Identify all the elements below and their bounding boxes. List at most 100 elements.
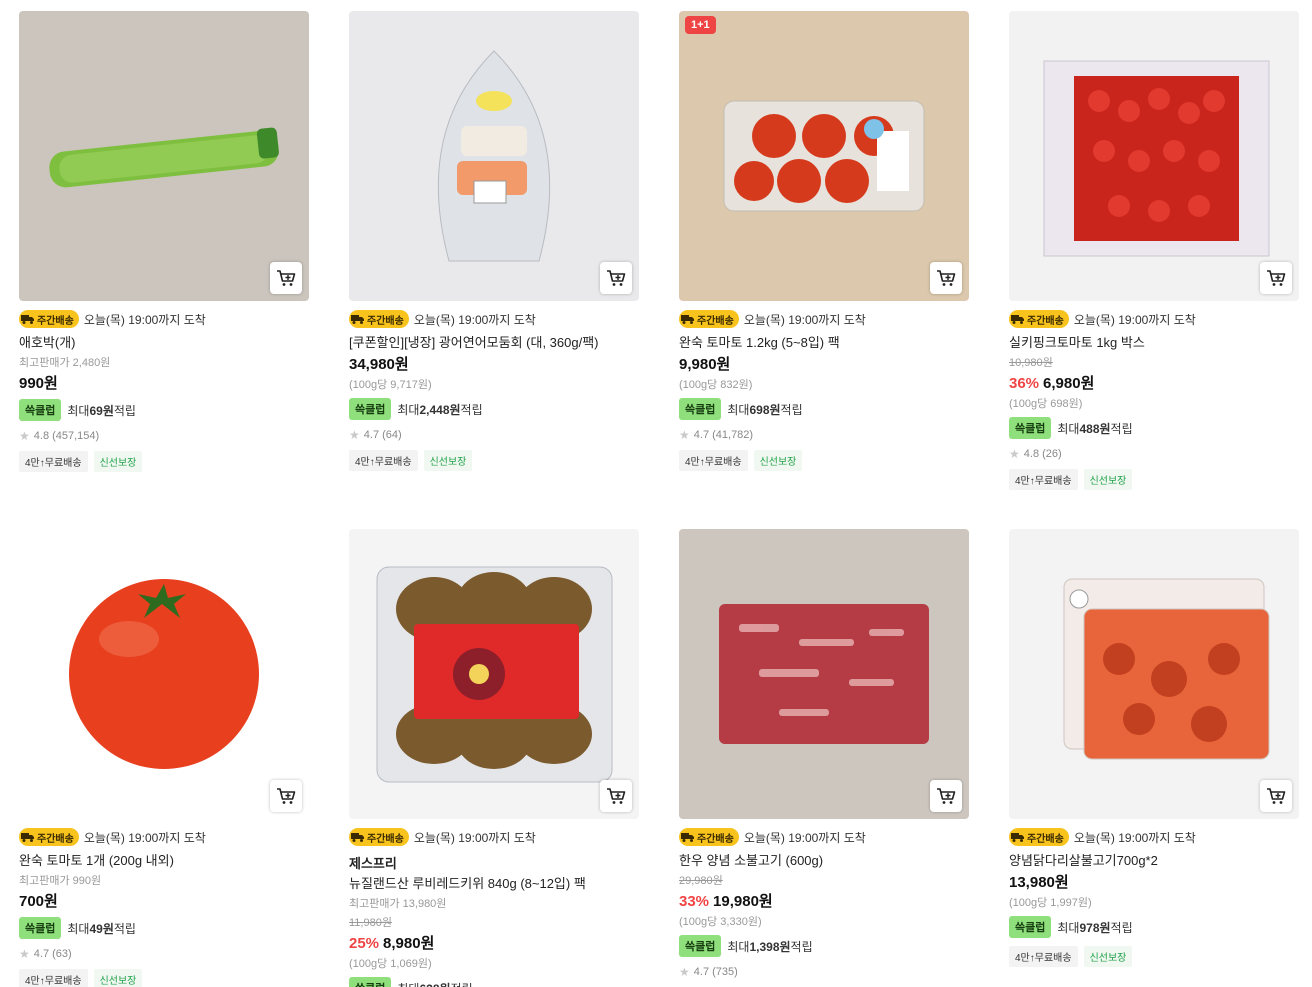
reference-price: 최고판매가 990원 [19,875,102,887]
free-shipping-chip: 4만↑무료배송 [1009,946,1078,967]
benefit-chips: 4만↑무료배송 신선보장 [679,450,969,471]
price: 36% 6,980원 [1009,372,1299,393]
ssg-club-badge: 쓱클럽 [679,935,722,957]
product-card[interactable]: 주간배송 오늘(목) 19:00까지 도착 한우 양념 소불고기 (600g) 2… [679,529,969,979]
price: 25% 8,980원 [349,932,639,953]
product-name[interactable]: 완숙 토마토 1개 (200g 내외) [19,853,309,869]
product-name[interactable]: 양념닭다리살불고기700g*2 [1009,853,1299,869]
product-card[interactable]: 1+1 주간배송 오늘(목) 19:00까지 도착 완숙 토마토 1.2kg (… [679,11,969,471]
free-shipping-chip: 4만↑무료배송 [19,451,88,472]
reward-info: 쓱클럽 최대 488원 적립 [1009,417,1299,439]
cart-icon [1267,788,1286,804]
sale-price: 990원 [19,375,58,392]
product-name[interactable]: 뉴질랜드산 루비레드키위 840g (8~12입) 팩 [349,876,639,892]
product-card[interactable]: 주간배송 오늘(목) 19:00까지 도착 [쿠폰할인][냉장] 광어연어모둠회… [349,11,639,471]
product-card[interactable]: 주간배송 오늘(목) 19:00까지 도착 제스프리 뉴질랜드산 루비레드키위 8… [349,529,639,987]
delivery-info: 주간배송 오늘(목) 19:00까지 도착 [679,310,969,328]
delivery-eta: 오늘(목) 19:00까지 도착 [1073,830,1196,845]
add-to-cart-button[interactable] [930,262,962,294]
original-price: 11,980원 [349,917,392,929]
product-card[interactable]: 주간배송 오늘(목) 19:00까지 도착 양념닭다리살불고기700g*2 13,… [1009,529,1299,967]
product-photo [49,127,279,188]
rating-text: 4.7 (63) [33,948,72,960]
reference-price: 최고판매가 13,980원 [349,898,447,910]
product-card[interactable]: 주간배송 오늘(목) 19:00까지 도착 실키핑크토마토 1kg 박스 10,9… [1009,11,1299,490]
delivery-eta: 오늘(목) 19:00까지 도착 [743,830,866,845]
weekly-delivery-label: 주간배송 [697,833,734,845]
fresh-guarantee-chip: 신선보장 [93,969,143,987]
weekly-delivery-label: 주간배송 [1027,315,1064,327]
add-to-cart-button[interactable] [600,780,632,812]
rating-text: 4.7 (41,782) [693,429,754,441]
bundle-badge: 1+1 [685,16,716,34]
reward-suffix: 적립 [113,921,136,936]
delivery-info: 주간배송 오늘(목) 19:00까지 도착 [679,828,969,846]
product-image[interactable] [19,11,309,301]
product-name[interactable]: 애호박(개) [19,335,309,351]
truck-icon [351,315,364,324]
sale-price: 8,980원 [383,935,435,952]
add-to-cart-button[interactable] [1260,262,1292,294]
product-photo [69,579,259,769]
star-icon: ★ [679,965,690,979]
price: 990원 [19,372,309,393]
add-to-cart-button[interactable] [930,780,962,812]
add-to-cart-button[interactable] [270,262,302,294]
product-image[interactable]: 1+1 [679,11,969,301]
truck-icon [21,315,34,324]
add-to-cart-button[interactable] [1260,780,1292,812]
price: 700원 [19,890,309,911]
truck-icon [681,833,694,842]
cart-icon [937,788,956,804]
truck-icon [1011,833,1024,842]
reward-amount: 69원 [89,403,114,418]
ssg-club-badge: 쓱클럽 [19,917,62,939]
product-card[interactable]: 주간배송 오늘(목) 19:00까지 도착 애호박(개) 최고판매가 2,480원… [19,11,309,472]
truck-icon [21,833,34,842]
add-to-cart-button[interactable] [270,780,302,812]
product-image[interactable] [19,529,309,819]
product-image[interactable] [1009,529,1299,819]
product-image[interactable] [679,529,969,819]
delivery-info: 주간배송 오늘(목) 19:00까지 도착 [19,310,309,328]
product-name[interactable]: 실키핑크토마토 1kg 박스 [1009,335,1299,351]
add-to-cart-button[interactable] [600,262,632,294]
weekly-delivery-label: 주간배송 [37,833,74,845]
weekly-delivery-label: 주간배송 [367,833,404,845]
ssg-club-badge: 쓱클럽 [349,977,392,987]
benefit-chips: 4만↑무료배송 신선보장 [349,450,639,471]
benefit-chips: 4만↑무료배송 신선보장 [1009,469,1299,490]
product-name[interactable]: [쿠폰할인][냉장] 광어연어모둠회 (대, 360g/팩) [349,335,639,351]
reward-prefix: 최대 [1057,421,1080,436]
rating: ★ 4.7 (735) [679,965,969,979]
weekly-delivery-badge: 주간배송 [19,310,79,328]
product-image[interactable] [349,11,639,301]
original-price: 29,980원 [679,875,723,887]
reward-suffix: 적립 [790,939,813,954]
product-photo [1063,578,1270,760]
delivery-eta: 오늘(목) 19:00까지 도착 [83,312,206,327]
reward-prefix: 최대 [727,939,750,954]
product-name[interactable]: 한우 양념 소불고기 (600g) [679,853,969,869]
delivery-info: 주간배송 오늘(목) 19:00까지 도착 [349,310,639,328]
product-image[interactable] [349,529,639,819]
sale-price: 9,980원 [679,356,731,373]
weekly-delivery-badge: 주간배송 [679,310,739,328]
product-image[interactable] [1009,11,1299,301]
cart-icon [607,788,626,804]
product-photo [723,100,925,212]
product-photo [719,604,929,744]
sale-price: 19,980원 [713,893,773,910]
fresh-guarantee-chip: 신선보장 [423,450,473,471]
product-card[interactable]: 주간배송 오늘(목) 19:00까지 도착 완숙 토마토 1개 (200g 내외… [19,529,309,987]
reward-suffix: 적립 [1110,920,1133,935]
sale-price: 700원 [19,893,58,910]
product-photo [376,566,613,783]
product-photo [1043,60,1270,257]
truck-icon [351,833,364,842]
delivery-info: 주간배송 오늘(목) 19:00까지 도착 [19,828,309,846]
product-name[interactable]: 완숙 토마토 1.2kg (5~8입) 팩 [679,335,969,351]
rating-text: 4.8 (457,154) [33,430,100,442]
product-brand: 제스프리 [349,856,397,871]
weekly-delivery-label: 주간배송 [1027,833,1064,845]
